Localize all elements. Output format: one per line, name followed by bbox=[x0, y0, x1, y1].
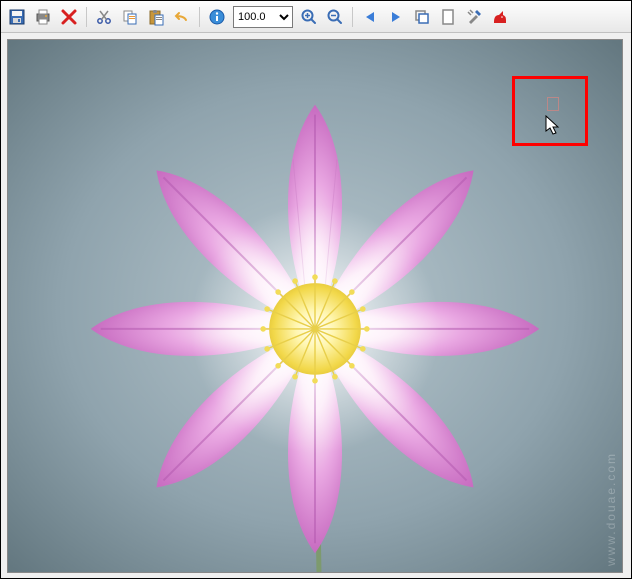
next-button[interactable] bbox=[384, 5, 408, 29]
arrow-right-icon bbox=[387, 8, 405, 26]
window-icon bbox=[413, 8, 431, 26]
paste-icon bbox=[147, 8, 165, 26]
copy-button[interactable] bbox=[118, 5, 142, 29]
watermark: www.douae.com bbox=[604, 452, 618, 566]
zoom-out-button[interactable] bbox=[323, 5, 347, 29]
toolbar: 100.0 bbox=[1, 1, 631, 33]
print-icon bbox=[34, 8, 52, 26]
undo-button[interactable] bbox=[170, 5, 194, 29]
window-button[interactable] bbox=[410, 5, 434, 29]
page-icon bbox=[439, 8, 457, 26]
selection-rect bbox=[547, 97, 559, 111]
zoom-in-icon bbox=[300, 8, 318, 26]
scissors-icon bbox=[95, 8, 113, 26]
save-button[interactable] bbox=[5, 5, 29, 29]
irfan-button[interactable] bbox=[488, 5, 512, 29]
cut-button[interactable] bbox=[92, 5, 116, 29]
toolbar-separator bbox=[86, 7, 87, 27]
info-icon bbox=[208, 8, 226, 26]
prev-button[interactable] bbox=[358, 5, 382, 29]
zoom-in-button[interactable] bbox=[297, 5, 321, 29]
paste-button[interactable] bbox=[144, 5, 168, 29]
zoom-out-icon bbox=[326, 8, 344, 26]
toolbar-separator bbox=[352, 7, 353, 27]
zoom-select[interactable]: 100.0 bbox=[233, 6, 293, 28]
selection-highlight bbox=[512, 76, 588, 146]
delete-x-icon bbox=[60, 8, 78, 26]
tools-icon bbox=[465, 8, 483, 26]
info-button[interactable] bbox=[205, 5, 229, 29]
cursor-icon bbox=[545, 115, 561, 137]
undo-icon bbox=[173, 8, 191, 26]
arrow-left-icon bbox=[361, 8, 379, 26]
save-icon bbox=[8, 8, 26, 26]
settings-button[interactable] bbox=[462, 5, 486, 29]
delete-button[interactable] bbox=[57, 5, 81, 29]
copy-icon bbox=[121, 8, 139, 26]
page-button[interactable] bbox=[436, 5, 460, 29]
canvas-area[interactable]: www.douae.com bbox=[1, 33, 631, 578]
toolbar-separator bbox=[199, 7, 200, 27]
image-frame[interactable]: www.douae.com bbox=[7, 39, 623, 573]
print-button[interactable] bbox=[31, 5, 55, 29]
cat-icon bbox=[491, 8, 509, 26]
